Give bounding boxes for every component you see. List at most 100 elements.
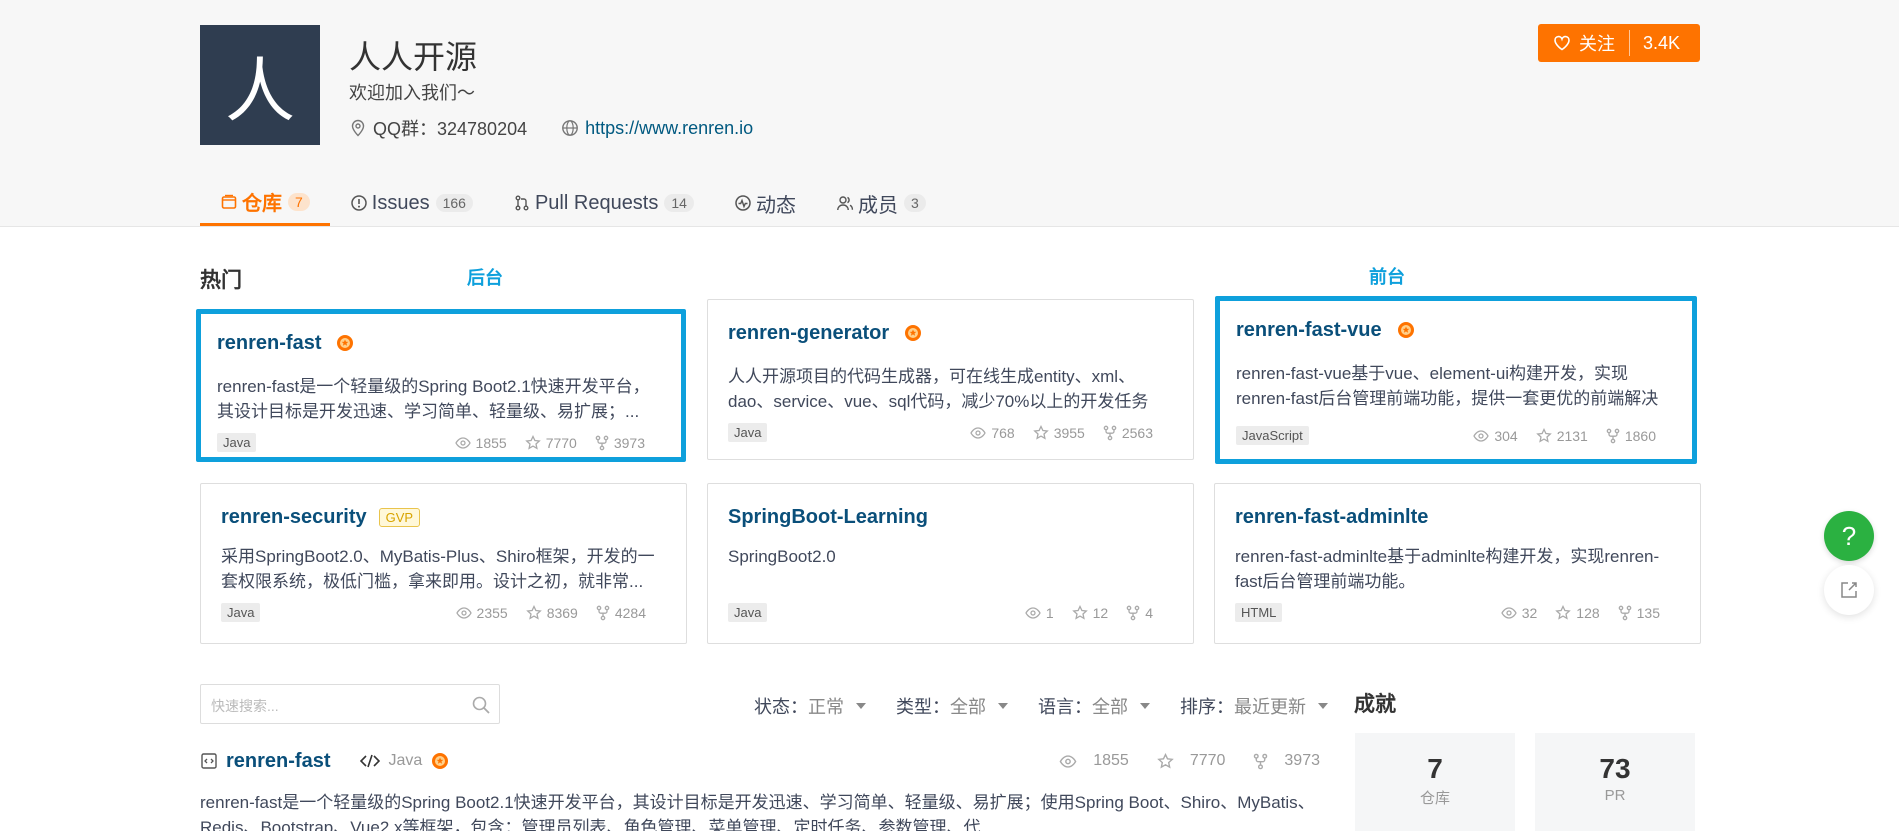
language-tag: HTML: [1235, 603, 1283, 622]
medal-icon: [432, 753, 449, 769]
repo-card-name[interactable]: SpringBoot-Learning: [728, 506, 928, 529]
fork-count: 135: [1636, 604, 1660, 621]
repo-card-name[interactable]: renren-fast-adminlte: [1235, 506, 1428, 529]
achievement-prs: 73 PR: [1535, 733, 1695, 831]
filter-label: 语言：: [1038, 697, 1092, 717]
filter-value: 最近更新: [1234, 697, 1306, 717]
star-icon: [1032, 424, 1049, 440]
star-icon: [1071, 604, 1088, 620]
repo-card-name[interactable]: renren-fast: [217, 332, 321, 355]
follower-count[interactable]: 3.4K: [1630, 33, 1680, 54]
tab-members[interactable]: 成员 3: [816, 180, 946, 226]
repo-card[interactable]: renren-fast renren-fast是一个轻量级的Spring Boo…: [196, 309, 686, 462]
follow-label: 关注: [1579, 34, 1615, 54]
watch-count: 32: [1521, 604, 1538, 621]
pull-request-icon: [515, 195, 529, 211]
tab-count: 14: [664, 194, 694, 212]
feedback-button[interactable]: [1824, 565, 1874, 615]
issue-icon: [351, 195, 367, 211]
repo-name-link[interactable]: renren-fast: [226, 750, 330, 773]
star-count: 8369: [546, 604, 578, 621]
star-icon: [524, 434, 541, 450]
tab-activity[interactable]: 动态: [714, 180, 816, 226]
eye-icon: [455, 606, 472, 619]
language-tag: Java: [221, 603, 261, 622]
edit-icon: [1841, 582, 1857, 598]
watch-count: 1: [1045, 604, 1054, 621]
annotation-backend: 后台: [467, 268, 503, 288]
achievement-number: 7: [1427, 753, 1443, 784]
fork-icon: [1606, 428, 1620, 443]
watch-count: 1855: [1093, 752, 1129, 769]
filter-label: 状态：: [754, 697, 808, 717]
eye-icon: [1025, 606, 1041, 619]
filter-label: 类型：: [896, 697, 950, 717]
eye-icon: [1059, 754, 1077, 768]
fork-icon: [1254, 753, 1268, 769]
star-count: 3955: [1053, 424, 1085, 441]
help-button[interactable]: ?: [1824, 511, 1874, 561]
filter-language[interactable]: 语言： 全部: [1038, 693, 1150, 719]
medal-icon: [905, 325, 922, 341]
globe-icon: [562, 120, 579, 136]
repo-card-name[interactable]: renren-security: [221, 506, 367, 529]
filter-status[interactable]: 状态： 正常: [754, 693, 866, 719]
repo-search[interactable]: 快速搜索...: [200, 684, 500, 724]
repo-card[interactable]: renren-generator 人人开源项目的代码生成器，可在线生成entit…: [707, 299, 1194, 460]
repo-filters: 状态： 正常 类型： 全部 语言： 全部 排序： 最近更新: [754, 693, 1358, 719]
gvp-badge: GVP: [378, 507, 421, 527]
fork-count: 3973: [613, 434, 645, 451]
website: https://www.renren.io: [561, 118, 753, 139]
org-tabs: 仓库 7 Issues 166 Pull Requests 14 动态 成员 3: [200, 180, 946, 226]
star-count: 7770: [1189, 752, 1226, 769]
tab-count: 166: [435, 194, 473, 212]
repo-card-name[interactable]: renren-generator: [728, 322, 889, 345]
fork-count: 2563: [1121, 424, 1153, 441]
repo-card[interactable]: renren-fast-vue renren-fast-vue基于vue、ele…: [1215, 296, 1697, 464]
org-name: 人人开源: [349, 39, 478, 75]
tab-count: 7: [288, 192, 310, 211]
watch-count: 768: [991, 424, 1015, 441]
follow-button[interactable]: 关注: [1538, 24, 1615, 62]
tab-pull-requests[interactable]: Pull Requests 14: [493, 180, 714, 226]
watch-count: 304: [1494, 427, 1518, 444]
chevron-down-icon: [1140, 703, 1150, 709]
search-icon[interactable]: [471, 695, 491, 715]
watch-count: 2355: [476, 604, 508, 621]
search-input[interactable]: 快速搜索...: [211, 696, 279, 716]
tab-label: 仓库: [242, 193, 282, 215]
tab-issues[interactable]: Issues 166: [330, 180, 493, 226]
star-count: 128: [1576, 604, 1600, 621]
website-link[interactable]: https://www.renren.io: [585, 118, 753, 139]
fork-count: 4284: [614, 604, 646, 621]
filter-value: 全部: [1092, 697, 1128, 717]
achievement-label: 仓库: [1419, 790, 1450, 807]
fork-icon: [596, 605, 610, 620]
filter-value: 正常: [808, 697, 844, 717]
org-info: QQ群：324780204 https://www.renren.io: [349, 115, 753, 141]
achievement-repos: 7 仓库: [1355, 733, 1515, 831]
language-tag: Java: [728, 423, 768, 442]
tab-label: Pull Requests: [534, 191, 659, 214]
fork-count: 1860: [1624, 427, 1656, 444]
fork-icon: [1618, 605, 1631, 620]
qq-group: QQ群：324780204: [349, 115, 527, 141]
repo-card[interactable]: renren-fast-adminlte renren-fast-adminlt…: [1214, 483, 1701, 644]
repo-card[interactable]: SpringBoot-Learning SpringBoot2.0 Java 1…: [707, 483, 1194, 644]
repo-list-item: renren-fast Java 1855 7770 3973 renren-f…: [200, 748, 1320, 831]
repo-card-name[interactable]: renren-fast-vue: [1236, 319, 1382, 342]
members-icon: [837, 196, 854, 211]
org-header: 人 人人开源 欢迎加入我们～ QQ群：324780204 https://www…: [0, 0, 1899, 227]
repo-card-desc: renren-fast-adminlte基于adminlte构建开发，实现ren…: [1235, 547, 1660, 591]
filter-sort[interactable]: 排序： 最近更新: [1180, 693, 1328, 719]
language-tag: JavaScript: [1236, 426, 1309, 445]
repo-card[interactable]: renren-security GVP 采用SpringBoot2.0、MyBa…: [200, 483, 687, 644]
repo-language: Java: [388, 752, 423, 769]
eye-icon: [970, 426, 987, 439]
medal-icon: [1397, 322, 1414, 338]
tab-repositories[interactable]: 仓库 7: [200, 180, 330, 226]
medal-icon: [337, 335, 354, 351]
fork-icon: [1103, 425, 1117, 440]
filter-type[interactable]: 类型： 全部: [896, 693, 1008, 719]
annotation-frontend: 前台: [1369, 267, 1405, 287]
